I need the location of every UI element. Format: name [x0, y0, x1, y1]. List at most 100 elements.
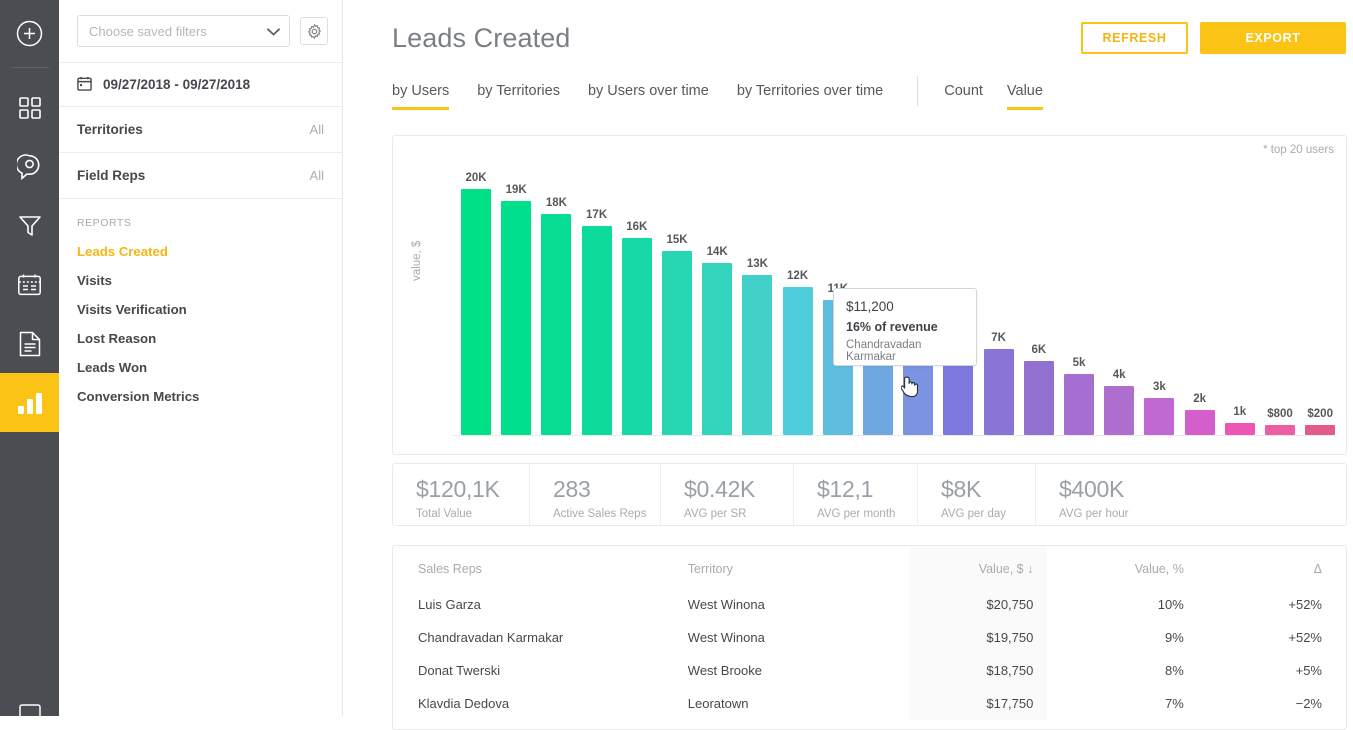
chart-bar-label: 19K: [506, 184, 527, 196]
sidebar-item-visits[interactable]: Visits: [59, 266, 342, 295]
kpi-value: 283: [553, 477, 660, 501]
chart-bar-label: 7K: [991, 332, 1006, 344]
calendar-small-icon: [77, 76, 92, 94]
export-button[interactable]: EXPORT: [1200, 22, 1346, 54]
refresh-button[interactable]: REFRESH: [1081, 22, 1188, 54]
filter-row-territories[interactable]: Territories All: [59, 107, 342, 153]
chart-bar[interactable]: 19K: [501, 184, 531, 435]
location-pin-icon[interactable]: [0, 137, 59, 196]
document-icon[interactable]: [0, 314, 59, 373]
table-cell-delta: +52%: [1200, 621, 1346, 654]
chart-bar-rect[interactable]: [1185, 410, 1215, 435]
measure-value[interactable]: Value: [1007, 83, 1043, 110]
chart-bar[interactable]: 18K: [541, 197, 571, 435]
tab-by-territories[interactable]: by Territories: [477, 83, 560, 110]
column-header-territory[interactable]: Territory: [688, 546, 910, 588]
chart-bar[interactable]: 20K: [461, 172, 491, 435]
chart-bar-rect[interactable]: [662, 251, 692, 436]
sidebar-item-lost-reason[interactable]: Lost Reason: [59, 324, 342, 353]
date-range-filter[interactable]: 09/27/2018 - 09/27/2018: [59, 63, 342, 107]
filter-label: Territories: [77, 122, 143, 137]
chart-bar-rect[interactable]: [461, 189, 491, 435]
table-row[interactable]: Chandravadan KarmakarWest Winona$19,7509…: [393, 621, 1346, 654]
chart-bar-label: 20K: [465, 172, 486, 184]
chart-bar[interactable]: 16K: [622, 221, 652, 435]
chart-bar[interactable]: 17K: [582, 209, 612, 435]
chart-bar-label: 16K: [626, 221, 647, 233]
chart-bar-rect[interactable]: [1024, 361, 1054, 435]
chart-bar-rect[interactable]: [984, 349, 1014, 435]
rail-divider: [11, 67, 49, 68]
chart-bar-rect[interactable]: [582, 226, 612, 435]
tab-by-users[interactable]: by Users: [392, 83, 449, 110]
chart-bar[interactable]: 14K: [702, 246, 732, 435]
chart-bar-label: 15K: [666, 234, 687, 246]
tab-by-territories-over-time[interactable]: by Territories over time: [737, 83, 883, 110]
chart-bar-rect[interactable]: [541, 214, 571, 435]
table-row[interactable]: Klavdia DedovaLeoratown$17,7507%−2%: [393, 687, 1346, 720]
kpi-value: $12,1: [817, 477, 917, 501]
chart-y-axis-label: value, $: [411, 241, 423, 281]
table-cell-value: $19,750: [910, 621, 1047, 654]
tab-separator: [917, 76, 918, 106]
chart-bar-rect[interactable]: [1265, 425, 1295, 435]
sidebar-item-leads-won[interactable]: Leads Won: [59, 353, 342, 382]
table-cell-value: $20,750: [910, 588, 1047, 621]
chart-bar-rect[interactable]: [622, 238, 652, 435]
chart-bar[interactable]: 15K: [662, 234, 692, 436]
filter-sidebar: Choose saved filters 09/27/2018 - 09/27/…: [59, 0, 343, 716]
measure-count[interactable]: Count: [944, 83, 983, 110]
chart-bar-label: 1k: [1233, 406, 1246, 418]
date-range-value: 09/27/2018 - 09/27/2018: [103, 77, 250, 92]
column-header-value-dollars[interactable]: Value, $ ↓: [910, 546, 1047, 588]
chart-bar[interactable]: 5k: [1064, 357, 1094, 436]
calendar-icon[interactable]: [0, 255, 59, 314]
filter-row-field-reps[interactable]: Field Reps All: [59, 153, 342, 199]
sidebar-item-visits-verification[interactable]: Visits Verification: [59, 295, 342, 324]
chart-bar-rect[interactable]: [1064, 374, 1094, 436]
kpi-value: $120,1K: [416, 477, 529, 501]
table-row[interactable]: Donat TwerskiWest Brooke$18,7508%+5%: [393, 654, 1346, 687]
gear-icon[interactable]: [300, 17, 328, 45]
chart-bar[interactable]: 12K: [783, 270, 813, 435]
dashboard-icon[interactable]: [0, 78, 59, 137]
chart-bar-label: 6K: [1031, 344, 1046, 356]
sidebar-item-leads-created[interactable]: Leads Created: [59, 237, 342, 266]
chart-bar-rect[interactable]: [783, 287, 813, 435]
settings-partial-icon[interactable]: [0, 704, 59, 716]
chart-bar[interactable]: 1k: [1225, 406, 1255, 435]
chart-bar-rect[interactable]: [501, 201, 531, 435]
funnel-icon[interactable]: [0, 196, 59, 255]
kpi-tile: $8KAVG per day: [918, 464, 1036, 525]
kpi-value: $400K: [1059, 477, 1248, 501]
chart-bar-rect[interactable]: [1225, 423, 1255, 435]
column-header-sales-reps[interactable]: Sales Reps: [393, 546, 688, 588]
leads-table: Sales Reps Territory Value, $ ↓ Value, %…: [393, 546, 1346, 720]
column-header-value-percent[interactable]: Value, %: [1047, 546, 1199, 588]
chart-bar-rect[interactable]: [702, 263, 732, 435]
sidebar-item-conversion-metrics[interactable]: Conversion Metrics: [59, 382, 342, 411]
chart-bar[interactable]: 4k: [1104, 369, 1134, 435]
chart-tooltip: $11,200 16% of revenue Chandravadan Karm…: [833, 288, 977, 366]
chart-bar-rect[interactable]: [742, 275, 772, 435]
add-icon[interactable]: [0, 4, 59, 63]
bar-chart-icon[interactable]: [0, 373, 59, 432]
chart-bar-rect[interactable]: [1305, 425, 1335, 435]
column-header-delta[interactable]: Δ: [1200, 546, 1346, 588]
chart-bar[interactable]: 7K: [984, 332, 1014, 435]
kpi-value: $8K: [941, 477, 1035, 501]
chart-bar[interactable]: 6K: [1024, 344, 1054, 435]
saved-filters-dropdown[interactable]: Choose saved filters: [77, 15, 290, 47]
chart-bar[interactable]: 13K: [742, 258, 772, 435]
chart-bar-rect[interactable]: [1144, 398, 1174, 435]
chart-bar-rect[interactable]: [1104, 386, 1134, 435]
table-row[interactable]: Luis GarzaWest Winona$20,75010%+52%: [393, 588, 1346, 621]
chart-bar[interactable]: 2k: [1185, 393, 1215, 435]
chart-bar[interactable]: $200: [1305, 408, 1335, 435]
chart-bar[interactable]: $800: [1265, 408, 1295, 435]
main-content: Leads Created REFRESH EXPORT by Users by…: [343, 0, 1353, 716]
chart-bar[interactable]: 3k: [1144, 381, 1174, 435]
table-cell-value: $17,750: [910, 687, 1047, 720]
tab-by-users-over-time[interactable]: by Users over time: [588, 83, 709, 110]
chart-baseline: [453, 435, 1337, 436]
